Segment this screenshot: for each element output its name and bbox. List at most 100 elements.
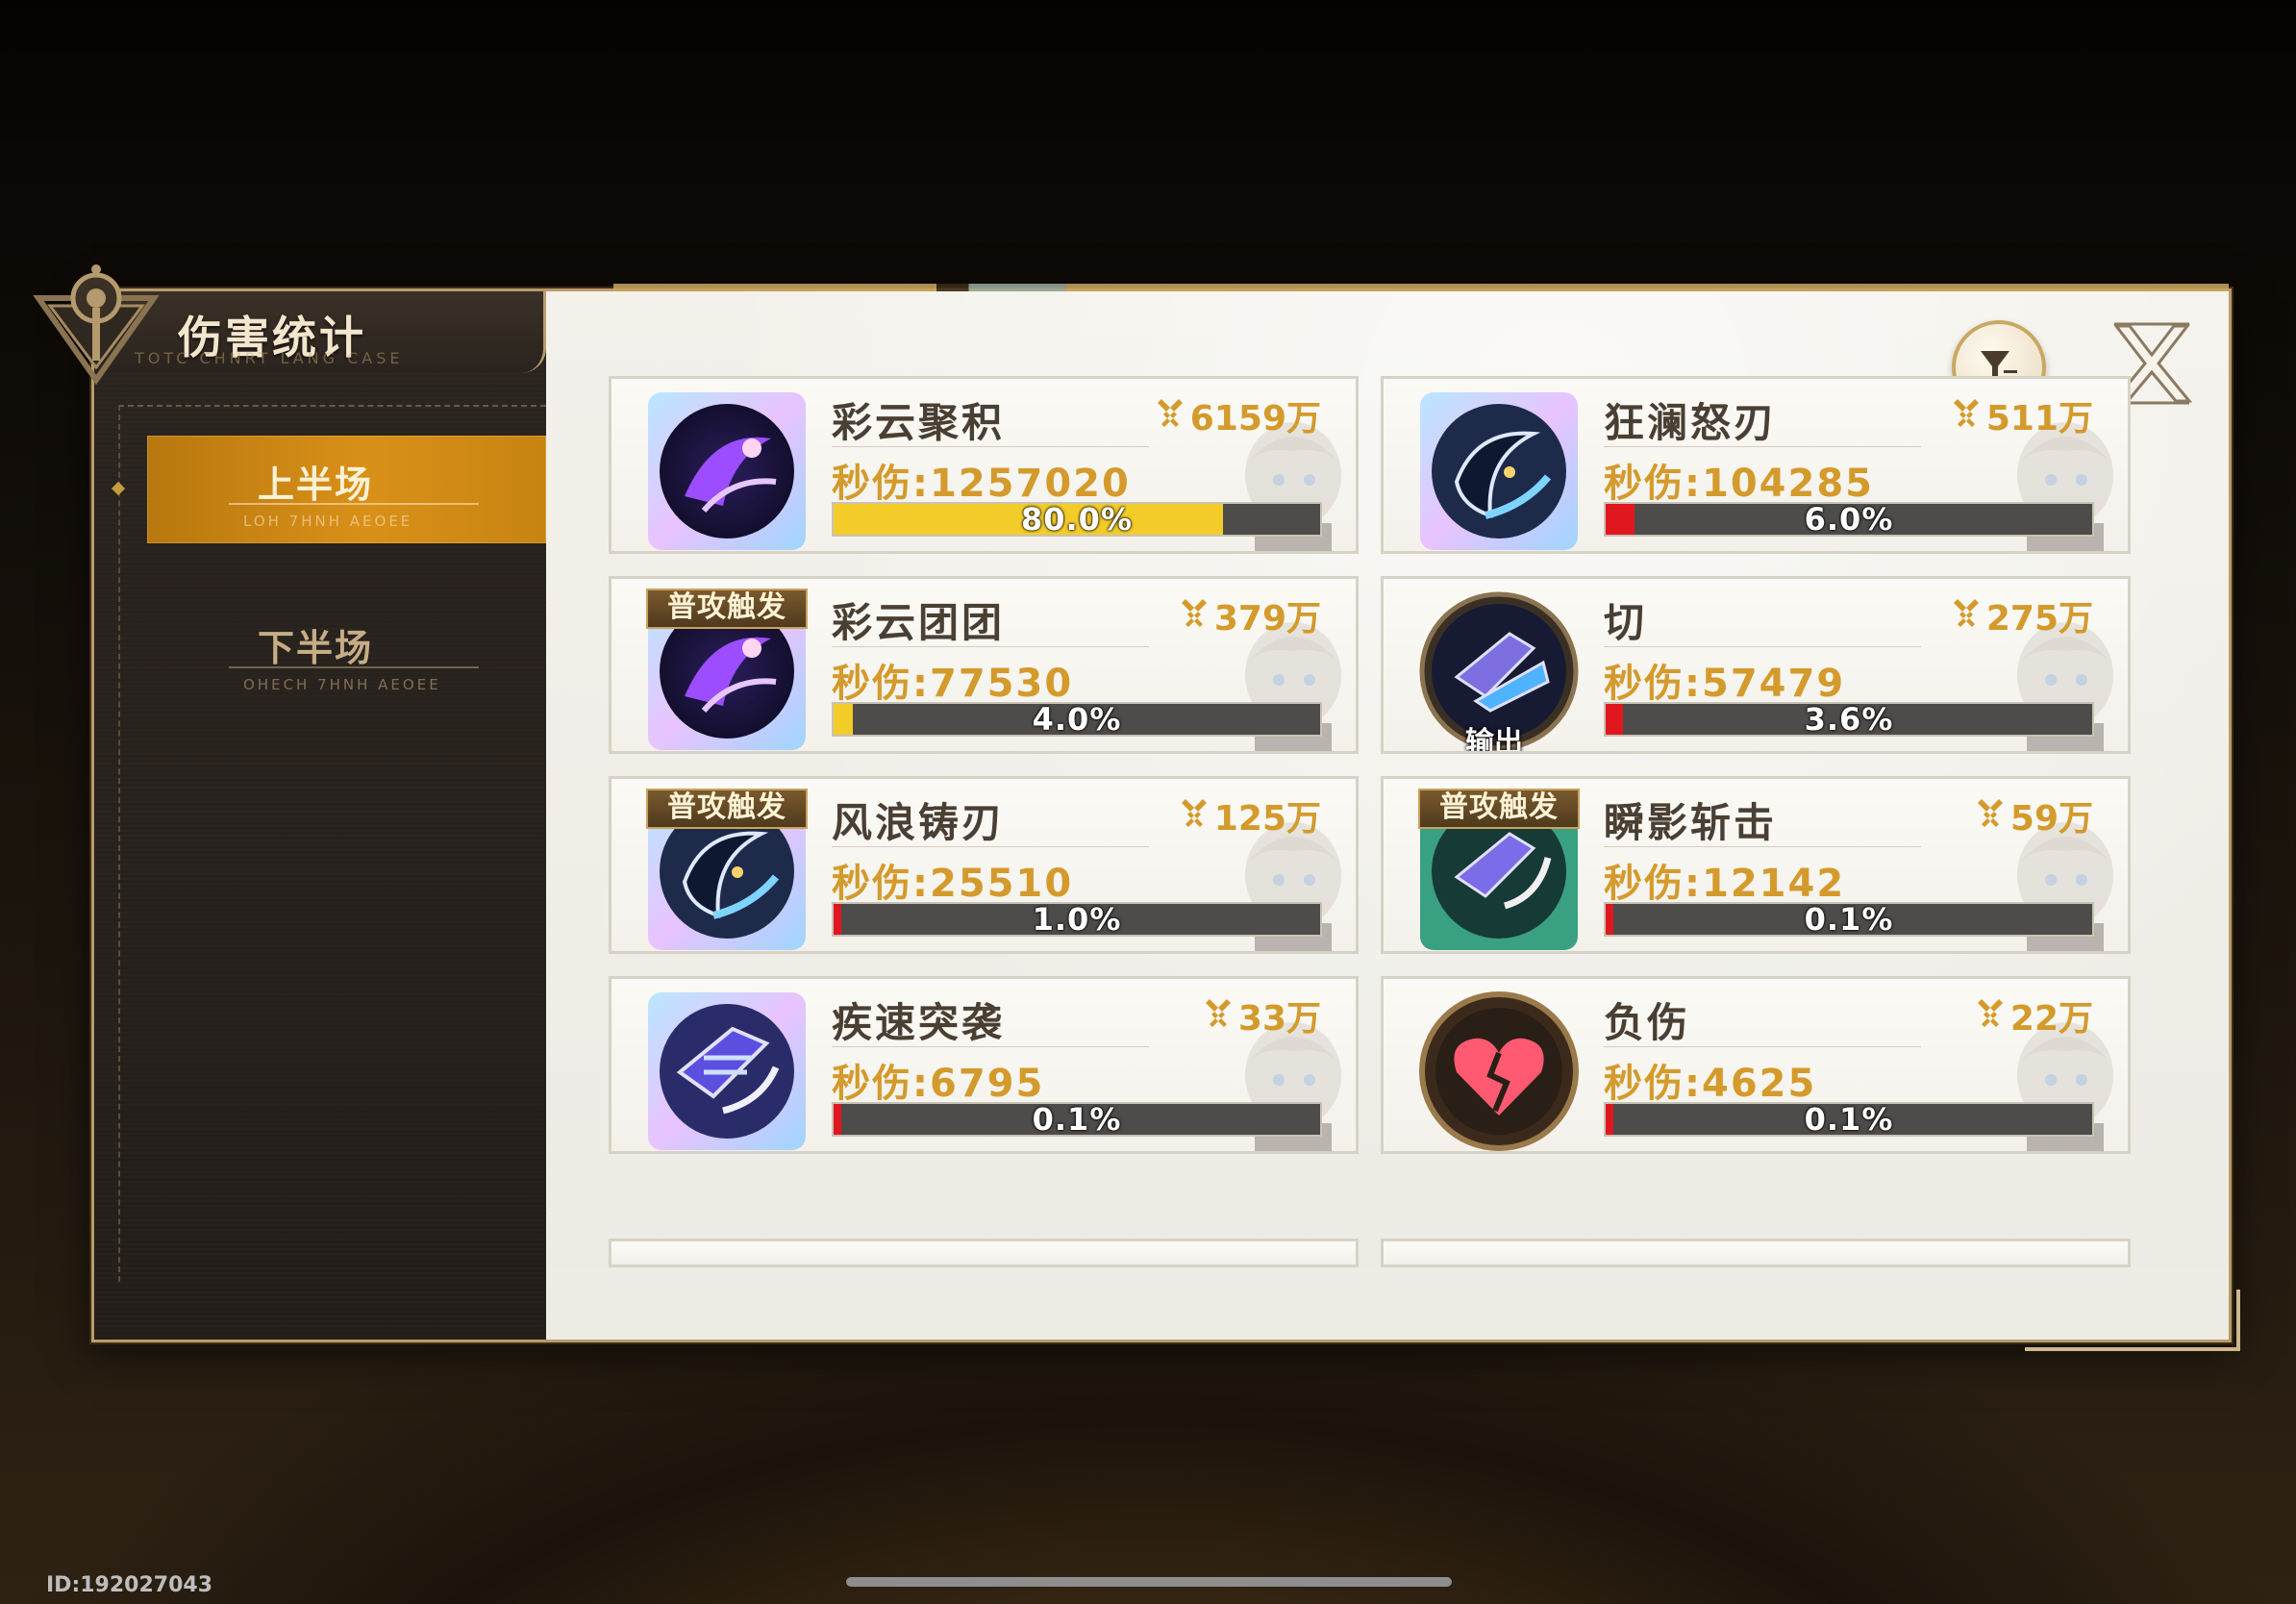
sidebar-rail (118, 405, 120, 1282)
damage-per-second: 秒伤:77530 (832, 662, 1074, 706)
sidebar: 上半场 LOH 7HNH AEOEE 下半场 OHECH 7HNH AEOEE (94, 291, 546, 1340)
damage-share-percent: 0.1% (1804, 1101, 1894, 1138)
total-damage-value: 22万 (2009, 999, 2093, 1039)
damage-share-percent: 1.0% (1032, 901, 1122, 938)
total-damage-value: 511万 (1985, 399, 2093, 439)
tab-underline (229, 503, 479, 505)
name-divider (1604, 1046, 1921, 1047)
damage-stats-panel: 上半场 LOH 7HNH AEOEE 下半场 OHECH 7HNH AEOEE (91, 284, 2240, 1351)
crossed-swords-icon (1977, 799, 2003, 827)
trigger-badge: 普攻触发 (1418, 789, 1580, 829)
skill-card[interactable]: 瞬影斩击 59万 秒伤:12142 0.1% 普攻触发 (1381, 776, 2131, 954)
total-damage-value: 275万 (1985, 599, 2093, 639)
name-divider (1604, 846, 1921, 847)
total-damage: 125万 (1178, 790, 1321, 840)
skill-name: 彩云聚积 (832, 399, 1006, 446)
crossed-swords-icon (1205, 999, 1231, 1027)
total-damage: 275万 (1950, 590, 2093, 640)
sidebar-divider (118, 405, 546, 407)
name-divider (832, 446, 1149, 447)
total-damage-value: 59万 (2009, 799, 2093, 839)
total-damage: 511万 (1950, 390, 2093, 440)
tab-second-half[interactable]: 下半场 OHECH 7HNH AEOEE (147, 599, 546, 707)
skill-name: 狂澜怒刃 (1604, 399, 1778, 446)
title-tab: 伤害统计 TOTC CHNRT LANG CASE (96, 288, 546, 373)
damage-per-second: 秒伤:57479 (1604, 662, 1846, 706)
damage-share-bar: 4.0% (832, 702, 1322, 737)
name-divider (1604, 446, 1921, 447)
damage-share-percent: 6.0% (1804, 501, 1894, 538)
rapid-strike-icon (648, 992, 806, 1150)
name-divider (832, 1046, 1149, 1047)
skill-name: 风浪铸刃 (832, 799, 1006, 846)
skill-card[interactable]: 彩云聚积 6159万 秒伤:1257020 80.0% (609, 376, 1359, 554)
skill-card[interactable]: 疾速突袭 33万 秒伤:6795 0.1% (609, 976, 1359, 1154)
crossed-swords-icon (1953, 599, 1979, 627)
tab-underline (229, 666, 479, 668)
total-damage-value: 6159万 (1189, 399, 1321, 439)
damage-share-percent: 0.1% (1032, 1101, 1122, 1138)
damage-per-second: 秒伤:6795 (832, 1062, 1045, 1106)
damage-share-percent: 80.0% (1020, 501, 1133, 538)
tab-label: 上半场 (258, 464, 374, 506)
skill-list-panel[interactable]: 彩云聚积 6159万 秒伤:1257020 80.0% 狂澜怒刃 511万 秒伤… (546, 291, 2229, 1340)
total-damage-value: 125万 (1213, 799, 1321, 839)
home-indicator[interactable] (846, 1577, 1452, 1587)
skill-card[interactable]: 狂澜怒刃 511万 秒伤:104285 6.0% (1381, 376, 2131, 554)
purple-scythe-icon (648, 392, 806, 550)
skill-card-partial (609, 1239, 1359, 1267)
damage-per-second: 秒伤:12142 (1604, 862, 1846, 906)
total-damage: 379万 (1178, 590, 1321, 640)
total-damage: 6159万 (1154, 390, 1321, 440)
tab-first-half[interactable]: 上半场 LOH 7HNH AEOEE (147, 436, 546, 543)
crossed-swords-icon (1977, 999, 2003, 1027)
skill-card[interactable]: 彩云团团 379万 秒伤:77530 4.0% 普攻触发 (609, 576, 1359, 754)
crossed-swords-icon (1157, 399, 1183, 427)
damage-share-bar: 3.6% (1604, 702, 2094, 737)
damage-per-second: 秒伤:25510 (832, 862, 1074, 906)
skill-card[interactable]: 负伤 22万 秒伤:4625 0.1% (1381, 976, 2131, 1154)
skill-name: 负伤 (1604, 999, 1691, 1046)
output-label: 输出 (1465, 726, 1523, 754)
tab-label: 下半场 (258, 627, 374, 669)
damage-per-second: 秒伤:104285 (1604, 462, 1874, 506)
diamond-icon (111, 481, 126, 496)
crossed-swords-icon (1181, 599, 1207, 627)
crossed-swords-icon (1181, 799, 1207, 827)
damage-per-second: 秒伤:1257020 (832, 462, 1131, 506)
damage-share-bar: 1.0% (832, 902, 1322, 937)
skill-card[interactable]: 风浪铸刃 125万 秒伤:25510 1.0% 普攻触发 (609, 776, 1359, 954)
damage-share-percent: 4.0% (1032, 701, 1122, 738)
skill-name: 彩云团团 (832, 599, 1006, 646)
name-divider (832, 646, 1149, 647)
damage-share-bar: 0.1% (1604, 1102, 2094, 1137)
skill-card-partial (1381, 1239, 2131, 1267)
total-damage: 59万 (1974, 790, 2093, 840)
crossed-swords-icon (1953, 399, 1979, 427)
tab-subtitle: OHECH 7HNH AEOEE (243, 676, 441, 693)
damage-share-bar: 0.1% (832, 1102, 1322, 1137)
skill-name: 疾速突袭 (832, 999, 1006, 1046)
total-damage-value: 33万 (1237, 999, 1321, 1039)
broken-heart-icon (1419, 991, 1579, 1151)
damage-share-percent: 0.1% (1804, 901, 1894, 938)
skill-card[interactable]: 切 275万 秒伤:57479 3.6% 输出 (1381, 576, 2131, 754)
damage-per-second: 秒伤:4625 (1604, 1062, 1817, 1106)
total-damage: 33万 (1202, 990, 1321, 1040)
page-subtitle: TOTC CHNRT LANG CASE (135, 349, 404, 367)
damage-share-bar: 80.0% (832, 502, 1322, 537)
damage-share-bar: 0.1% (1604, 902, 2094, 937)
name-divider (1604, 646, 1921, 647)
damage-share-bar: 6.0% (1604, 502, 2094, 537)
trigger-badge: 普攻触发 (646, 789, 808, 829)
skill-name: 切 (1604, 599, 1648, 646)
total-damage-value: 379万 (1213, 599, 1321, 639)
user-id: ID:192027043 (46, 1573, 213, 1597)
emblem-icon (33, 264, 160, 386)
skill-name: 瞬影斩击 (1604, 799, 1778, 846)
wave-blade-icon (1420, 392, 1578, 550)
frame-decoration (613, 284, 2229, 291)
trigger-badge: 普攻触发 (646, 589, 808, 629)
total-damage: 22万 (1974, 990, 2093, 1040)
tab-subtitle: LOH 7HNH AEOEE (243, 513, 413, 530)
